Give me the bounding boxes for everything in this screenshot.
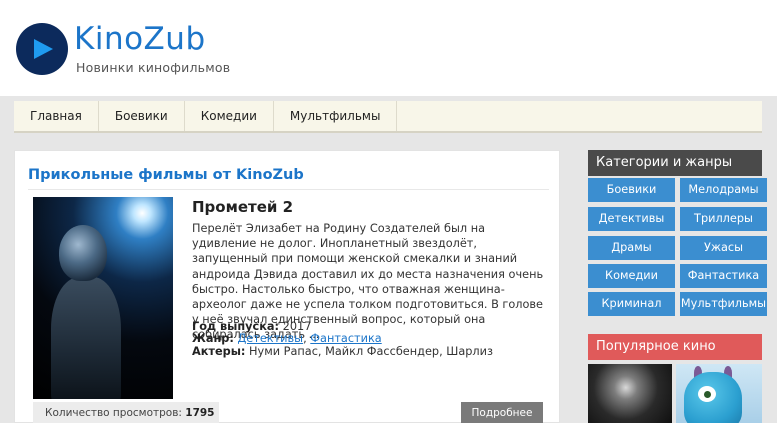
section-title[interactable]: Прикольные фильмы от KinoZub (28, 165, 304, 185)
monster-eye (698, 386, 716, 402)
category-thriller[interactable]: Триллеры (680, 207, 767, 231)
more-button[interactable]: Подробнее (461, 402, 543, 423)
category-melodrama[interactable]: Мелодрамы (680, 178, 767, 202)
movie-actors: Актеры: Нуми Рапас, Майкл Фассбендер, Ша… (192, 345, 552, 359)
nav-item-cartoons[interactable]: Мультфильмы (274, 101, 398, 131)
category-fantasy[interactable]: Фантастика (680, 264, 767, 288)
main-content: Прикольные фильмы от KinoZub Прометей 2 … (14, 150, 560, 423)
movie-poster[interactable] (33, 197, 173, 399)
popular-movie-thumb-1[interactable] (588, 364, 672, 423)
views-counter: Количество просмотров: 1795 (33, 402, 219, 423)
categories-heading: Категории и жанры (588, 150, 762, 176)
popular-movie-thumb-2[interactable] (676, 364, 762, 423)
popular-heading: Популярное кино (588, 334, 762, 360)
actors-label: Актеры: (192, 345, 246, 358)
site-header: KinoZub Новинки кинофильмов (0, 0, 777, 96)
genre-link-detective[interactable]: Детективы (237, 332, 303, 345)
poster-figure-body (51, 277, 121, 399)
movie-title[interactable]: Прометей 2 (192, 197, 293, 217)
category-crime[interactable]: Криминал (588, 292, 675, 316)
movie-genre: Жанр: Детективы, Фантастика (192, 332, 552, 346)
category-cartoons[interactable]: Мультфильмы (680, 292, 767, 316)
category-drama[interactable]: Драмы (588, 236, 675, 260)
logo-subtitle: Новинки кинофильмов (76, 60, 231, 75)
poster-figure-helmet (59, 225, 107, 281)
category-action[interactable]: Боевики (588, 178, 675, 202)
play-logo-icon[interactable] (16, 23, 68, 75)
title-divider (28, 189, 549, 190)
play-triangle-icon (34, 39, 53, 59)
actors-value: Нуми Рапас, Майкл Фассбендер, Шарлиз (249, 345, 493, 358)
views-value: 1795 (185, 407, 215, 419)
main-nav: Главная Боевики Комедии Мультфильмы (14, 101, 762, 133)
category-detective[interactable]: Детективы (588, 207, 675, 231)
genre-label: Жанр: (192, 332, 234, 345)
logo-title[interactable]: KinoZub (74, 19, 206, 59)
category-horror[interactable]: Ужасы (680, 236, 767, 260)
views-label: Количество просмотров: (45, 407, 182, 419)
category-comedy[interactable]: Комедии (588, 264, 675, 288)
nav-item-home[interactable]: Главная (14, 101, 99, 131)
genre-link-fantasy[interactable]: Фантастика (310, 332, 381, 345)
nav-item-comedy[interactable]: Комедии (185, 101, 274, 131)
nav-item-action[interactable]: Боевики (99, 101, 185, 131)
